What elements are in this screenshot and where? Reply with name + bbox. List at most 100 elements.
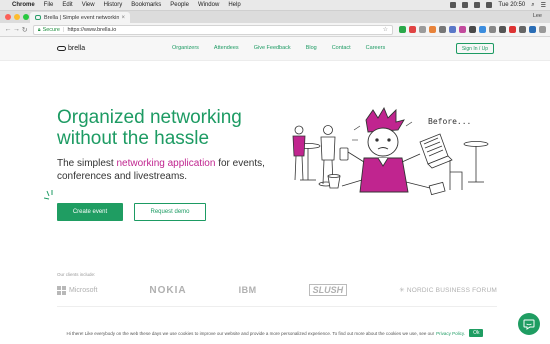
extension-icon[interactable]	[509, 26, 517, 33]
macos-menubar: Chrome File Edit View History Bookmarks …	[0, 0, 550, 11]
battery-icon[interactable]	[486, 2, 493, 8]
extension-icon[interactable]	[479, 26, 487, 33]
nav-give-feedback[interactable]: Give Feedback	[254, 45, 291, 51]
chat-widget-button[interactable]	[518, 313, 540, 335]
nav-careers[interactable]: Careers	[366, 45, 386, 51]
site-header: brella Organizers Attendees Give Feedbac…	[0, 37, 550, 61]
cookie-bar: Hi there! Like everybody on the web thes…	[0, 327, 550, 339]
laptop-icon	[419, 133, 453, 169]
client-name: Microsoft	[69, 286, 98, 294]
back-icon[interactable]: ←	[4, 26, 12, 33]
profile-name[interactable]: Lee	[533, 13, 542, 19]
hero-subtitle: The simplest networking application for …	[57, 157, 267, 183]
status-icon[interactable]	[450, 2, 457, 8]
menu-edit[interactable]: Edit	[62, 2, 72, 8]
sign-in-button[interactable]: Sign In / Up	[456, 43, 494, 54]
extension-icon[interactable]	[529, 26, 537, 33]
secure-label: Secure	[42, 26, 60, 33]
extension-icon[interactable]	[519, 26, 527, 33]
extension-icon[interactable]	[409, 26, 417, 33]
extension-icon[interactable]	[459, 26, 467, 33]
hero-illustration: Before...	[292, 106, 489, 196]
logo-text: brella	[68, 45, 86, 52]
wifi-icon[interactable]	[474, 2, 481, 8]
coffee-cup-icon	[327, 174, 341, 189]
cookie-text: Hi there! Like everybody on the web thes…	[66, 330, 435, 336]
request-demo-button[interactable]: Request demo	[134, 203, 206, 221]
client-logo-nordic-business-forum: ✳ NORDIC BUSINESS FORUM	[399, 286, 497, 294]
hero-title-line1: Organized networking	[57, 107, 242, 128]
extension-icon[interactable]	[429, 26, 437, 33]
extension-icon[interactable]	[399, 26, 407, 33]
tab-strip: Brella | Simple event networkin × Lee	[0, 11, 550, 23]
lock-icon: 🔒︎	[37, 26, 41, 33]
clock[interactable]: Tue 20:50	[498, 2, 525, 8]
reload-icon[interactable]: ↻	[21, 26, 29, 34]
cookie-ok-button[interactable]: Ok	[469, 329, 484, 337]
hero-title: Organized networking without the hassle	[57, 107, 297, 149]
close-tab-icon[interactable]: ×	[121, 15, 125, 21]
url-text[interactable]: https://www.brella.io	[67, 27, 116, 33]
chat-icon	[523, 319, 535, 330]
privacy-policy-link[interactable]: Privacy Policy.	[436, 331, 465, 336]
bookmark-star-icon[interactable]: ☆	[383, 26, 388, 33]
extension-icon[interactable]	[419, 26, 427, 33]
menu-people[interactable]: People	[170, 2, 189, 8]
client-name: NORDIC BUSINESS FORUM	[406, 287, 497, 294]
person-left	[292, 125, 306, 181]
create-event-button[interactable]: Create event	[57, 203, 123, 221]
minimize-window-icon[interactable]	[14, 14, 20, 20]
client-logo-microsoft: Microsoft	[57, 285, 98, 295]
menu-history[interactable]: History	[104, 2, 123, 8]
menu-bookmarks[interactable]: Bookmarks	[131, 2, 161, 8]
address-bar[interactable]: 🔒︎ Secure | https://www.brella.io ☆	[32, 24, 394, 35]
menu-list-icon[interactable]: ☰	[541, 2, 546, 9]
status-area: Tue 20:50 ⌕ ☰	[450, 2, 546, 9]
cafe-table-right	[463, 141, 489, 183]
chrome-menu-icon[interactable]	[539, 26, 547, 33]
sketch-caption: Before...	[428, 117, 471, 126]
brella-logo[interactable]: brella	[57, 45, 85, 52]
extension-icon[interactable]	[449, 26, 457, 33]
hero-sub-pre: The simplest	[57, 158, 117, 169]
microsoft-logo-icon	[57, 285, 66, 295]
nav-contact[interactable]: Contact	[332, 45, 351, 51]
chair-icon	[449, 160, 463, 190]
divider	[57, 306, 497, 307]
browser-tab[interactable]: Brella | Simple event networkin ×	[30, 12, 130, 23]
clients-logos: Microsoft NOKIA IBM SLUSH ✳ NORDIC BUSIN…	[57, 282, 497, 298]
menu-chrome[interactable]: Chrome	[12, 2, 35, 8]
browser-toolbar: ← → ↻ 🔒︎ Secure | https://www.brella.io …	[0, 23, 550, 37]
nav-blog[interactable]: Blog	[306, 45, 317, 51]
close-window-icon[interactable]	[5, 14, 11, 20]
client-logo-ibm: IBM	[238, 285, 257, 295]
hero-sub-highlight: networking application	[116, 158, 216, 169]
extension-icon[interactable]	[439, 26, 447, 33]
status-icon[interactable]	[462, 2, 469, 8]
nbf-star-icon: ✳	[399, 287, 407, 294]
extensions	[399, 26, 547, 33]
menu-window[interactable]: Window	[198, 2, 219, 8]
menu-view[interactable]: View	[82, 2, 95, 8]
nav-attendees[interactable]: Attendees	[214, 45, 239, 51]
brella-logo-icon	[57, 46, 66, 51]
hero-title-line2: without the hassle	[57, 128, 210, 149]
forward-icon[interactable]: →	[12, 26, 20, 33]
maximize-window-icon[interactable]	[23, 14, 29, 20]
extension-icon[interactable]	[489, 26, 497, 33]
window-controls	[5, 14, 29, 20]
extension-icon[interactable]	[469, 26, 477, 33]
main-character	[341, 106, 431, 193]
client-logo-slush: SLUSH	[308, 284, 348, 296]
separator: |	[63, 26, 65, 33]
clients-label: Our clients include:	[57, 272, 96, 277]
menu-help[interactable]: Help	[228, 2, 240, 8]
tab-title: Brella | Simple event networkin	[44, 14, 120, 21]
sparkle-icon	[44, 190, 53, 200]
brella-favicon-icon	[35, 15, 41, 20]
search-icon[interactable]: ⌕	[531, 2, 534, 9]
nav-organizers[interactable]: Organizers	[172, 45, 199, 51]
main-nav: Organizers Attendees Give Feedback Blog …	[172, 45, 400, 51]
extension-icon[interactable]	[499, 26, 507, 33]
menu-file[interactable]: File	[44, 2, 54, 8]
